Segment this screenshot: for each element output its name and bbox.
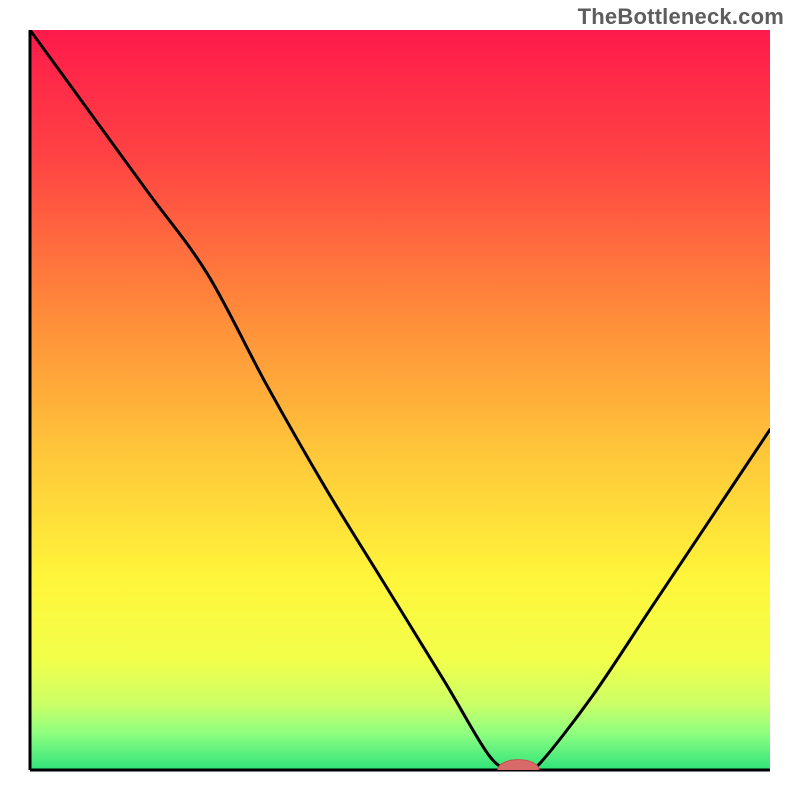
watermark-text: TheBottleneck.com (578, 4, 784, 30)
plot-background (30, 30, 770, 770)
chart-container: TheBottleneck.com (0, 0, 800, 800)
chart-svg (0, 0, 800, 800)
optimal-marker (498, 760, 539, 781)
